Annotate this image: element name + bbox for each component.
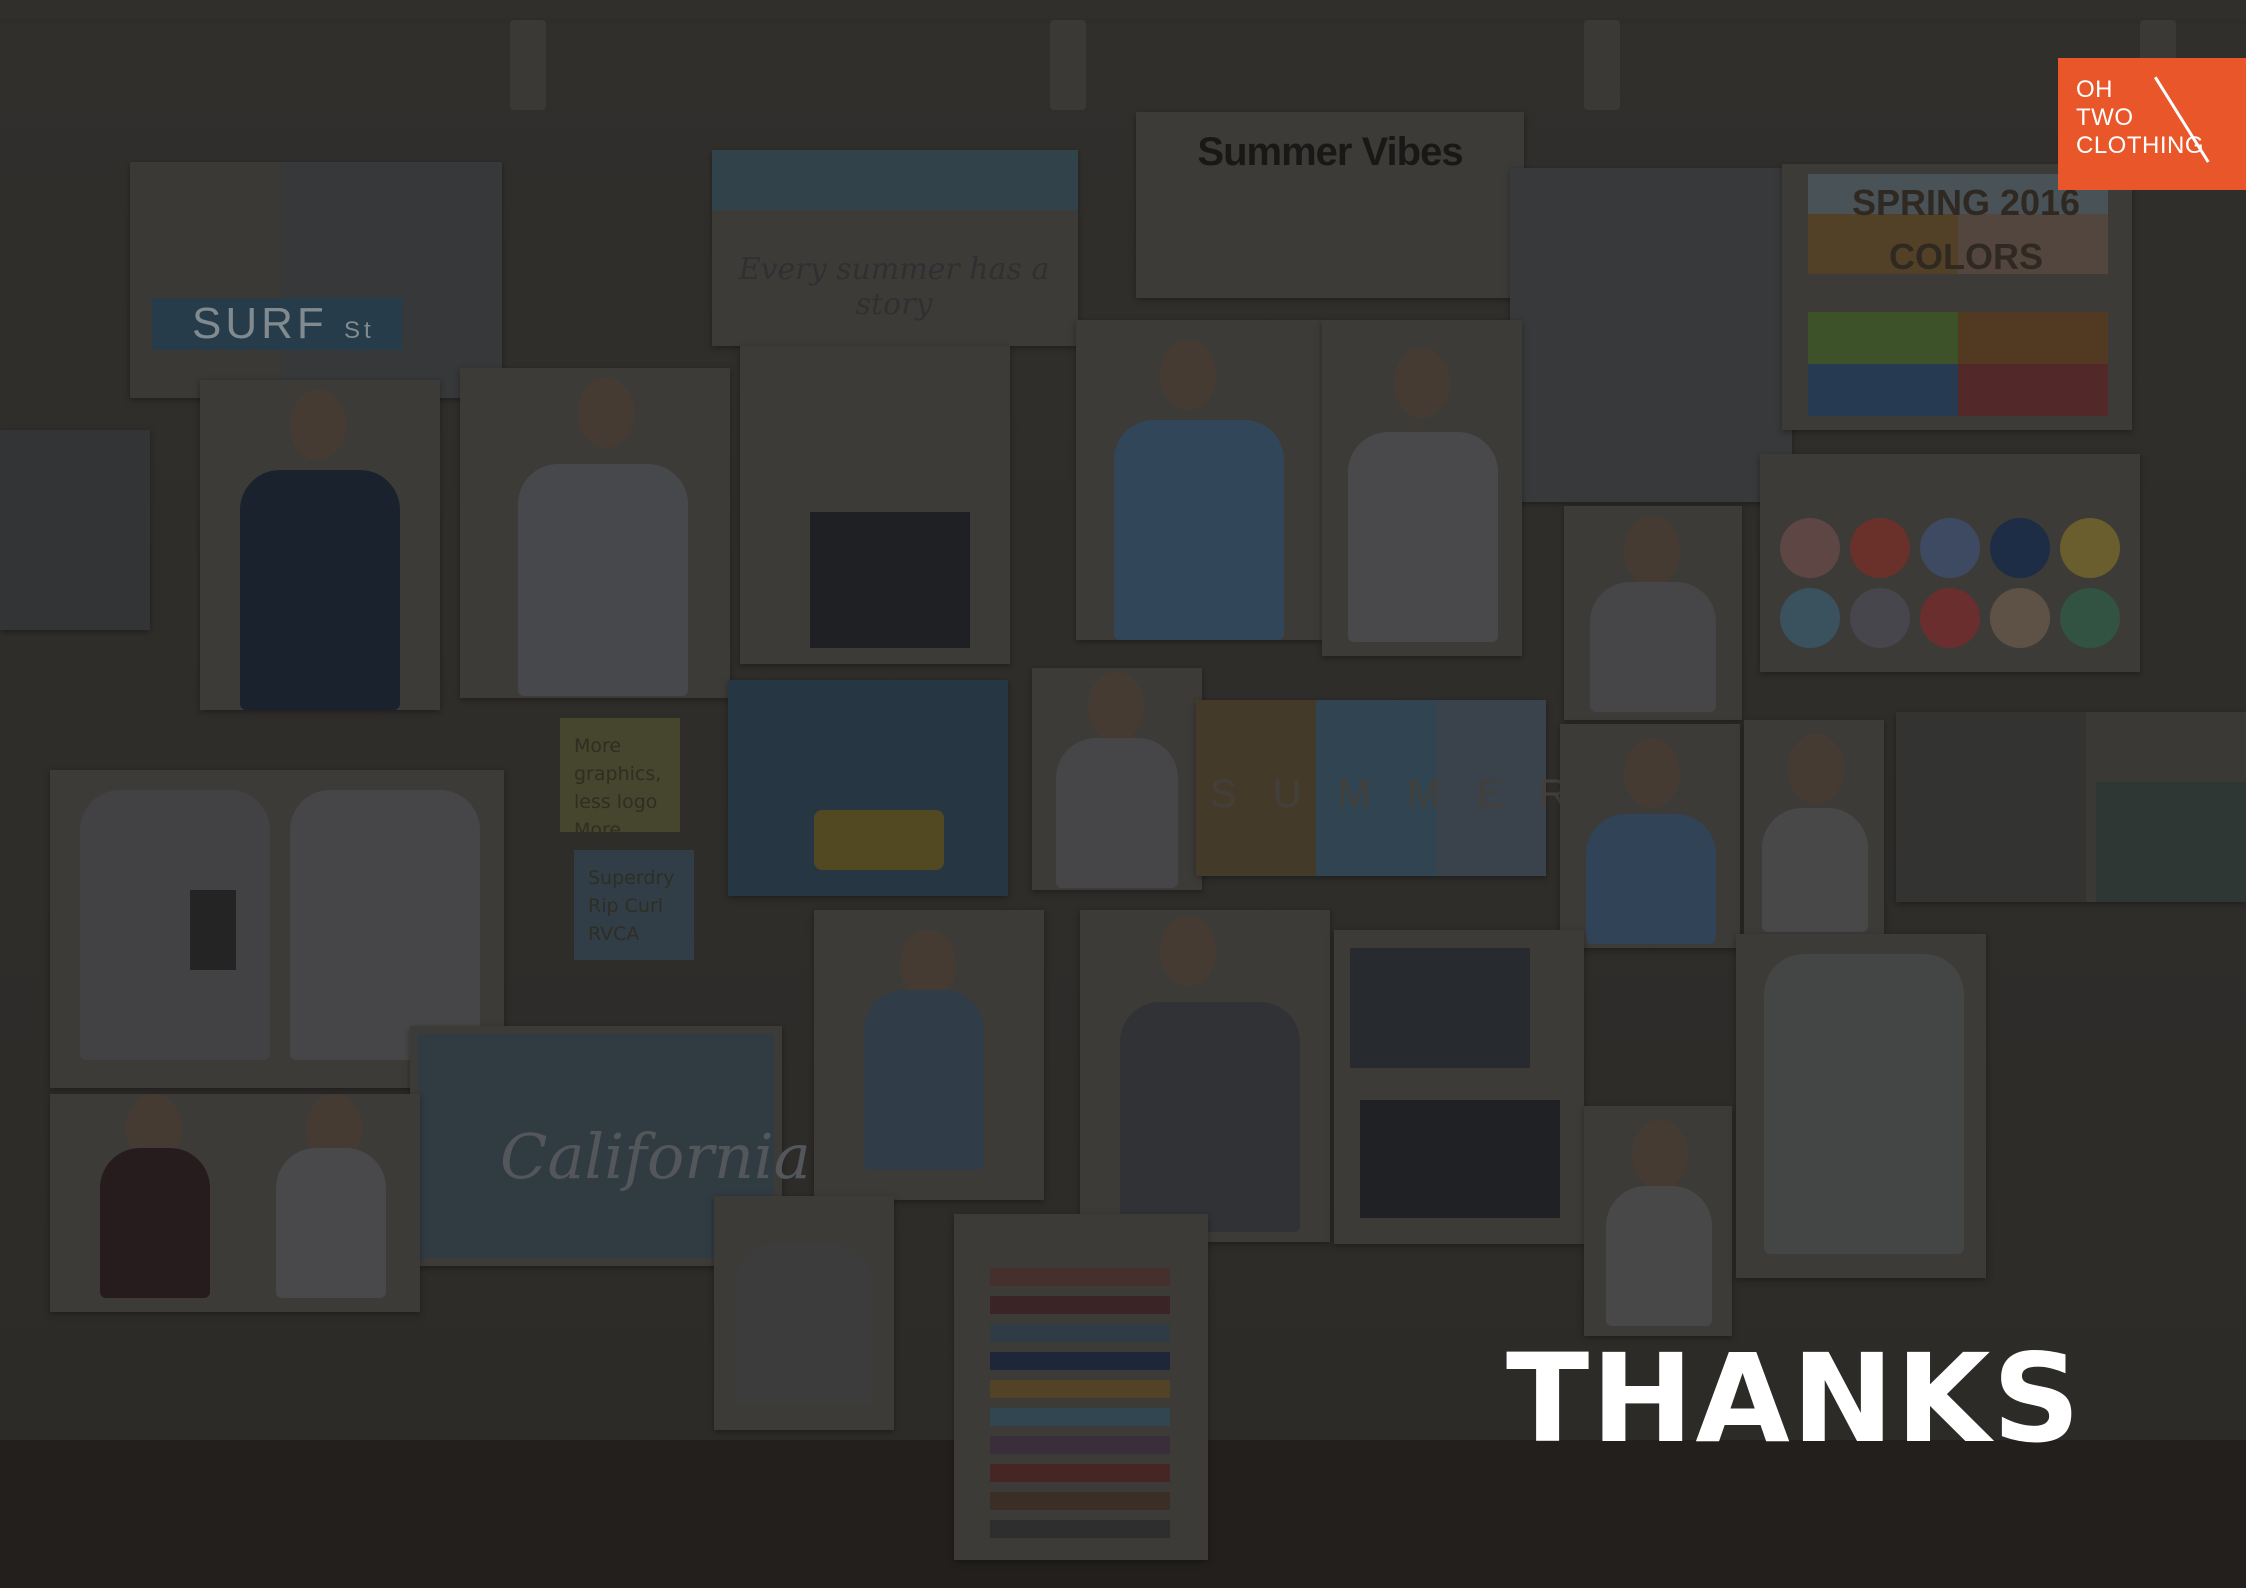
slide-title: THANKS	[1506, 1328, 2083, 1470]
oh-two-clothing-logo: OH TWO CLOTHING	[2058, 58, 2246, 190]
